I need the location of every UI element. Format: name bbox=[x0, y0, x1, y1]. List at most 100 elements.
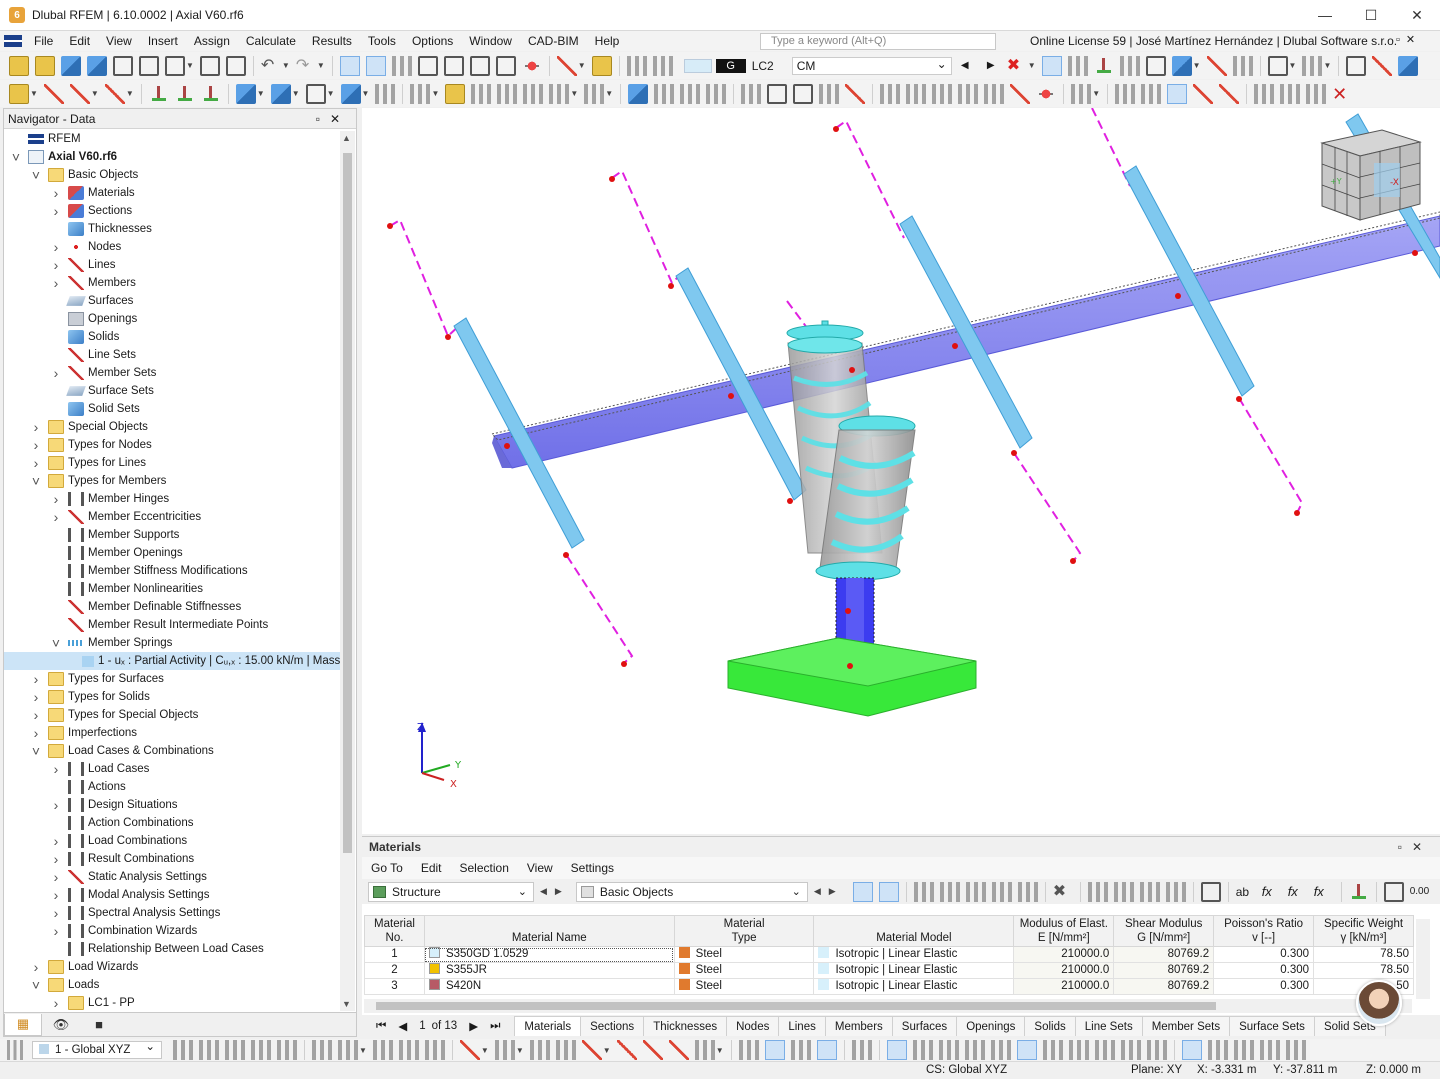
export-icon[interactable] bbox=[225, 55, 246, 76]
nav-item[interactable]: Actions bbox=[50, 778, 126, 796]
cell-no[interactable]: 3 bbox=[364, 978, 425, 995]
line-tool-icon[interactable] bbox=[43, 83, 64, 104]
node-support-icon[interactable] bbox=[148, 83, 169, 104]
display-1-icon[interactable] bbox=[1181, 1040, 1202, 1060]
display-4-icon[interactable] bbox=[1259, 1040, 1280, 1060]
menu-file[interactable]: File bbox=[26, 31, 61, 51]
document-icon[interactable] bbox=[417, 55, 438, 76]
device-icon[interactable] bbox=[495, 55, 516, 76]
tab-nodes[interactable]: Nodes bbox=[726, 1016, 780, 1036]
menu-results[interactable]: Results bbox=[304, 31, 360, 51]
draw-cross-icon[interactable] bbox=[668, 1040, 689, 1060]
tab-surfaces[interactable]: Surfaces bbox=[891, 1016, 958, 1036]
tab-members[interactable]: Members bbox=[824, 1016, 893, 1036]
cell-no[interactable]: 2 bbox=[364, 962, 425, 979]
guide-icon[interactable] bbox=[445, 83, 466, 104]
formula-icon[interactable]: fx bbox=[1262, 882, 1282, 902]
load-case-next-icon[interactable] bbox=[652, 55, 673, 76]
nav-item[interactable]: ˅ Loads bbox=[30, 976, 99, 994]
menu-assign[interactable]: Assign bbox=[186, 31, 238, 51]
chevron-right-icon[interactable]: › bbox=[50, 868, 62, 886]
navigator-toggle-icon[interactable] bbox=[339, 55, 360, 76]
tab-materials[interactable]: Materials bbox=[514, 1016, 582, 1036]
draw-wave-icon[interactable] bbox=[694, 1040, 715, 1060]
import-icon[interactable] bbox=[1087, 881, 1108, 902]
nav-item[interactable]: › Load Cases bbox=[50, 760, 150, 778]
nav-item[interactable]: › Result Combinations bbox=[50, 850, 194, 868]
cell-e[interactable]: 210000.0 bbox=[1013, 962, 1115, 979]
nav-item[interactable]: › Static Analysis Settings bbox=[50, 868, 207, 886]
close-button[interactable]: ✕ bbox=[1394, 0, 1440, 31]
print-table-icon[interactable] bbox=[1383, 881, 1404, 902]
menu-window-controls[interactable]: ▫✕ bbox=[1396, 33, 1421, 46]
copy-icon[interactable] bbox=[375, 83, 396, 104]
scale-icon[interactable] bbox=[1232, 55, 1253, 76]
chevron-right-icon[interactable]: › bbox=[50, 760, 62, 778]
nav-item[interactable]: › Types for Solids bbox=[30, 688, 150, 706]
cell-no[interactable]: 1 bbox=[364, 946, 425, 963]
nav-item[interactable]: › Types for Surfaces bbox=[30, 670, 164, 688]
materials-menu-view[interactable]: View bbox=[518, 861, 562, 875]
nav-item[interactable]: Member Stiffness Modifications bbox=[50, 562, 248, 580]
table-add-icon[interactable] bbox=[965, 881, 986, 902]
col-material-type[interactable]: Material Type bbox=[673, 915, 815, 947]
nav-item[interactable]: › Load Wizards bbox=[30, 958, 139, 976]
materials-window-controls[interactable]: ▫✕ bbox=[1398, 840, 1432, 854]
pin-icon[interactable] bbox=[1036, 83, 1057, 104]
web-services-icon[interactable] bbox=[87, 55, 107, 76]
tab-line-sets[interactable]: Line Sets bbox=[1074, 1016, 1143, 1036]
nav-item[interactable]: › Imperfections bbox=[30, 724, 137, 742]
formula-edit-icon[interactable]: fx bbox=[1288, 882, 1308, 902]
3d-box-icon[interactable] bbox=[1398, 55, 1419, 76]
save-icon[interactable] bbox=[139, 55, 159, 76]
support-reactions-icon[interactable] bbox=[1093, 55, 1114, 76]
tab-thicknesses[interactable]: Thicknesses bbox=[643, 1016, 728, 1036]
draw-line-icon[interactable] bbox=[529, 1040, 550, 1060]
table-delete-row-icon[interactable] bbox=[991, 881, 1012, 902]
workplane-3-icon[interactable] bbox=[372, 1040, 393, 1060]
osnap-5-icon[interactable] bbox=[990, 1040, 1011, 1060]
print-icon[interactable] bbox=[165, 55, 185, 76]
nav-item[interactable]: Surfaces bbox=[50, 292, 133, 310]
view-cube-icon[interactable] bbox=[1171, 55, 1192, 76]
cell-e[interactable]: 210000.0 bbox=[1013, 946, 1115, 963]
nav-item[interactable]: Solids bbox=[50, 328, 119, 346]
menu-edit[interactable]: Edit bbox=[61, 31, 98, 51]
draw-circle-icon[interactable] bbox=[616, 1040, 637, 1060]
cell-nu[interactable]: 0.300 bbox=[1213, 962, 1315, 979]
col-material-name[interactable]: Material Name bbox=[423, 915, 675, 947]
workplane-2-icon[interactable] bbox=[338, 1040, 358, 1060]
nav-item[interactable]: Member Supports bbox=[50, 526, 179, 544]
nodes[interactable] bbox=[387, 126, 1418, 669]
structure-combo[interactable]: Structure ⌄ bbox=[368, 881, 534, 902]
values-icon[interactable] bbox=[1067, 55, 1088, 76]
materials-vertical-scrollbar[interactable] bbox=[1416, 919, 1430, 999]
chevron-down-icon[interactable]: ˅ bbox=[50, 634, 62, 652]
load-case-selector[interactable]: G LC2 CM bbox=[683, 56, 952, 76]
member-tool-icon[interactable] bbox=[104, 83, 125, 104]
table-clear-icon[interactable] bbox=[1017, 881, 1038, 902]
menu-cad-bim[interactable]: CAD-BIM bbox=[520, 31, 587, 51]
snap-active-icon[interactable] bbox=[816, 1040, 837, 1060]
select-icon[interactable] bbox=[9, 83, 29, 104]
export-table-icon[interactable] bbox=[1113, 881, 1134, 902]
snap-4-icon[interactable] bbox=[251, 1040, 271, 1060]
assistant-avatar[interactable] bbox=[1356, 980, 1402, 1026]
chevron-down-icon[interactable]: ˅ bbox=[30, 166, 42, 184]
table-row[interactable]: 1 S350GD 1.0529 Steel Isotropic | Linear El… bbox=[364, 946, 1414, 963]
nav-item[interactable]: › Combination Wizards bbox=[50, 922, 198, 940]
view-front-icon[interactable] bbox=[654, 83, 675, 104]
settings-gear-icon[interactable] bbox=[1346, 55, 1367, 76]
navigator-window-controls[interactable]: ▫✕ bbox=[316, 112, 350, 126]
cell-gamma[interactable]: 78.50 bbox=[1313, 962, 1414, 979]
move-left-icon[interactable] bbox=[1139, 881, 1160, 902]
nav-item[interactable]: › LC1 - PP bbox=[50, 994, 135, 1012]
nav-item[interactable]: ˅ Load Cases & Combinations bbox=[30, 742, 214, 760]
align-1-icon[interactable] bbox=[880, 83, 901, 104]
nav-item[interactable]: › Members bbox=[50, 274, 136, 292]
move-icon[interactable] bbox=[410, 83, 431, 104]
surface-support-icon[interactable] bbox=[200, 83, 221, 104]
opening-icon[interactable] bbox=[819, 83, 840, 104]
decimal-places-icon[interactable]: 0.00 bbox=[1410, 882, 1430, 902]
nav-item[interactable]: ˅ Basic Objects bbox=[30, 166, 138, 184]
